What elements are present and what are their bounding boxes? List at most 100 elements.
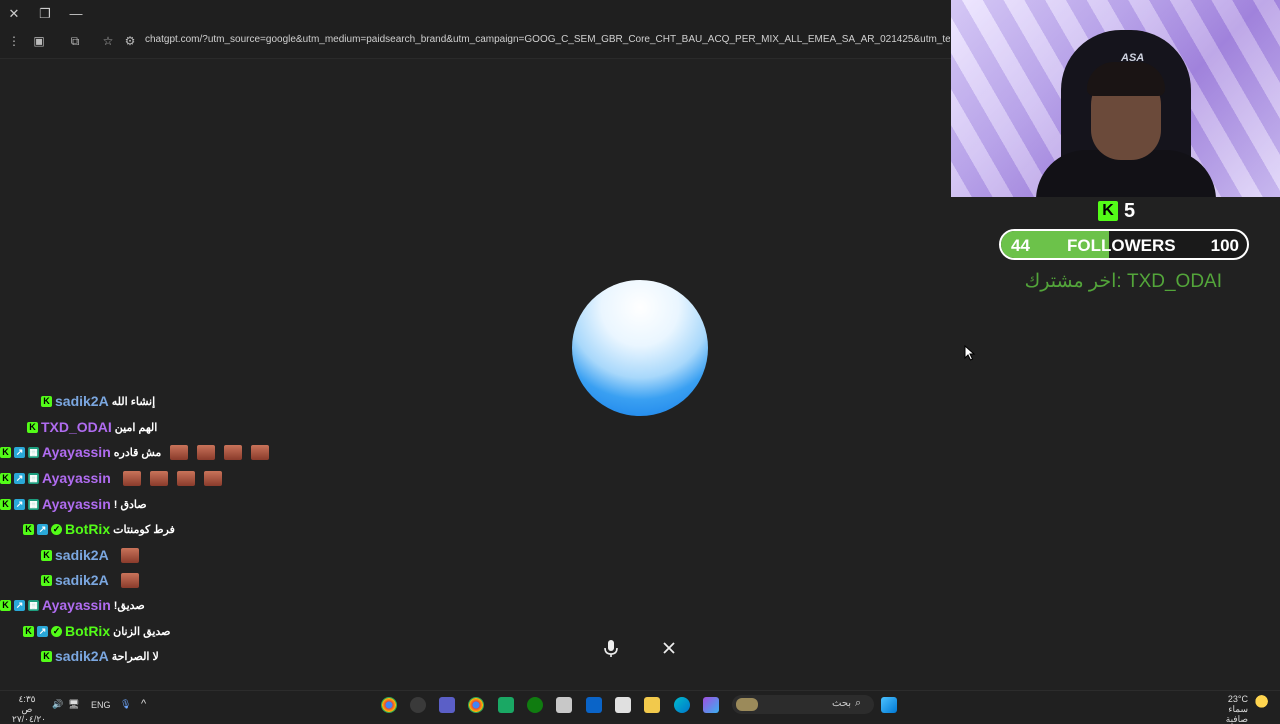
app-icon[interactable] (410, 697, 426, 713)
install-app-icon[interactable]: ⧉ (66, 32, 84, 50)
search-highlight-icon (736, 698, 758, 711)
chat-username[interactable]: Ayayassin (42, 444, 111, 460)
chat-text: الهم امين (114, 421, 158, 434)
kick-count: 5 (1124, 199, 1136, 222)
chat-username[interactable]: BotRix (65, 521, 110, 537)
last-subscriber: اخر مشترك: TXD_ODAI (1024, 271, 1222, 292)
chat-username[interactable]: BotRix (65, 623, 110, 639)
kick-badge-icon: K (0, 599, 11, 611)
chat-emote-icon (122, 470, 141, 486)
chat-username[interactable]: sadik2A (55, 572, 109, 588)
chat-message: K TXD_ODAI الهم امين (27, 416, 157, 438)
network-icon[interactable]: 🖥 (68, 699, 79, 710)
bookmark-star-icon[interactable]: ☆ (99, 32, 117, 50)
chat-text: صديق! (113, 599, 145, 612)
chrome-profile-icon[interactable] (468, 697, 484, 713)
followers-goal-bar: 44 FOLLOWERS 100 (999, 229, 1249, 260)
subscriber-badge-icon: ↗ (14, 472, 25, 484)
followers-goal: 100 (1210, 236, 1239, 255)
weather-temp: 23°C (1227, 694, 1248, 704)
chat-username[interactable]: sadik2A (55, 648, 109, 664)
verified-badge-icon: ✓ (51, 625, 62, 637)
microphone-icon (604, 640, 618, 657)
streamer-hair (1087, 62, 1165, 96)
browser-chrome: ✕ ❐ — ⋮ ▣ ⧉ ☆ ⚙ chatgpt.com/?utm_source=… (0, 0, 952, 59)
chat-message: Ksadik2A لا الصراحة (41, 645, 159, 667)
gift-badge-icon: ▦ (28, 472, 39, 484)
kick-badge-icon: K (23, 523, 34, 535)
teams-icon[interactable] (439, 697, 455, 713)
edge-icon[interactable] (674, 697, 690, 713)
volume-icon[interactable]: 🔊 (52, 699, 63, 710)
chat-text: صديق الزنان (113, 625, 171, 638)
weather-text: سماء صافية (1225, 704, 1248, 724)
gift-badge-icon: ▦ (28, 498, 39, 510)
subscriber-badge-icon: ↗ (37, 523, 48, 535)
chat-message: K ↗ ▦ Ayayassin مش قادره (0, 441, 270, 463)
webcam-feed: ASA (951, 0, 1280, 197)
chrome-icon[interactable] (381, 697, 397, 713)
chat-emote-icon (170, 444, 189, 460)
followers-label: FOLLOWERS (1067, 236, 1176, 255)
microphone-button[interactable] (597, 634, 625, 662)
store-icon[interactable] (615, 697, 631, 713)
chat-username[interactable]: sadik2A (55, 393, 109, 409)
chat-emote-icon (197, 444, 216, 460)
file-explorer-icon[interactable] (644, 697, 660, 713)
chat-message: K ↗ ✓ BotRix فرط كومنتات (23, 518, 175, 540)
minimize-window-icon[interactable]: — (66, 4, 86, 24)
close-window-icon[interactable]: ✕ (4, 4, 24, 24)
chat-message: Ksadik2A (41, 544, 139, 566)
tray-chevron-icon[interactable]: ^ (141, 698, 146, 710)
chat-emote-icon (120, 547, 139, 563)
kick-badge-icon: K (0, 472, 11, 484)
kick-counter: K 5 (1098, 200, 1135, 222)
kick-badge-icon: K (23, 625, 34, 637)
chat-emote-icon (120, 572, 139, 588)
clock-time: ٤:٣٥ ص (18, 694, 36, 714)
kick-badge-icon: K (0, 498, 11, 510)
chat-message: Ksadik2A إنشاء الله (41, 390, 155, 412)
site-info-icon[interactable]: ⚙ (121, 32, 139, 50)
mic-tray-icon[interactable]: 🎙 (120, 699, 131, 710)
menu-kebab-icon[interactable]: ⋮ (5, 32, 23, 50)
chat-message: Ksadik2A (41, 569, 139, 591)
address-bar[interactable]: chatgpt.com/?utm_source=google&utm_mediu… (145, 34, 950, 50)
language-indicator[interactable]: ENG (91, 700, 111, 710)
windows-start-icon[interactable] (881, 697, 897, 713)
chat-text: إنشاء الله (111, 395, 156, 408)
xbox-icon[interactable] (527, 697, 543, 713)
clock-date: ٢٧/٠٤/٢٠ (12, 714, 47, 724)
chat-text: لا الصراحة (111, 650, 159, 663)
windows-taskbar (0, 690, 1280, 721)
whatsapp-icon[interactable] (498, 697, 514, 713)
chat-username[interactable]: Ayayassin (42, 597, 111, 613)
gift-badge-icon: ▦ (28, 599, 39, 611)
weather-moon-icon (1252, 695, 1268, 711)
gift-badge-icon: ▦ (28, 446, 39, 458)
chat-username[interactable]: Ayayassin (42, 496, 111, 512)
chat-message: K ↗ ▦ Ayayassin صديق! (0, 594, 145, 616)
restore-window-icon[interactable]: ❐ (35, 4, 55, 24)
subscriber-badge-icon: ↗ (37, 625, 48, 637)
chat-username[interactable]: sadik2A (55, 547, 109, 563)
close-voice-button[interactable] (655, 634, 683, 662)
chat-emote-icon (203, 470, 222, 486)
followers-current: 44 (1011, 236, 1030, 255)
chat-text: صادق ! (113, 498, 147, 511)
chat-emote-icon (224, 444, 243, 460)
chat-text: فرط كومنتات (113, 523, 175, 536)
layers-icon[interactable] (556, 697, 572, 713)
kick-badge-icon: K (41, 549, 52, 561)
chat-username[interactable]: Ayayassin (42, 470, 111, 486)
chat-username[interactable]: TXD_ODAI (41, 419, 112, 435)
search-icon: ⌕ (855, 697, 862, 709)
extension-icon[interactable]: ▣ (30, 32, 48, 50)
voice-mode-orb (572, 280, 708, 416)
subscriber-badge-icon: ↗ (14, 498, 25, 510)
kick-badge-icon: K (0, 446, 11, 458)
copilot-icon[interactable] (703, 697, 719, 713)
chat-emote-icon (176, 470, 195, 486)
taskbar-search[interactable]: بحث ⌕ (732, 695, 874, 714)
outlook-icon[interactable] (586, 697, 602, 713)
